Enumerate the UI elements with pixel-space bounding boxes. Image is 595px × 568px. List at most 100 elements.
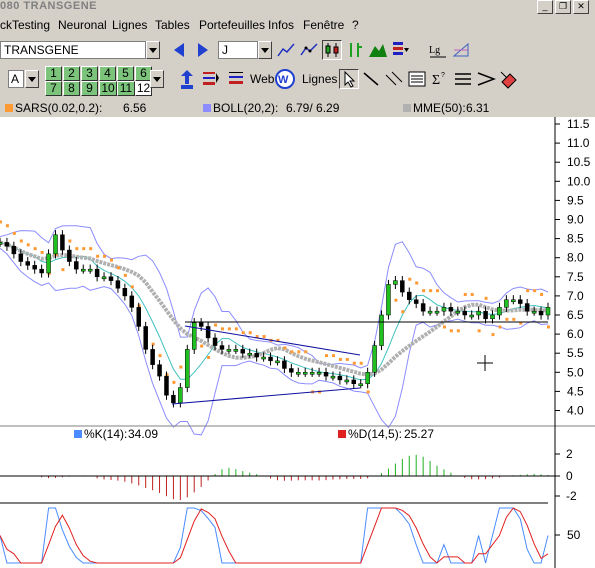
previous-arrow-icon[interactable] (170, 40, 190, 60)
sar-dot (547, 325, 550, 329)
sar-dot (540, 292, 544, 296)
sar-dot (103, 254, 107, 258)
sar-dot (366, 390, 370, 394)
mme-color-swatch (403, 104, 411, 112)
k-value: 34.09 (128, 427, 159, 441)
sar-dot (116, 266, 120, 270)
menu-neuronal[interactable]: Neuronal (58, 18, 107, 32)
sar-dot (449, 329, 453, 333)
candle-body (462, 310, 468, 316)
period-select[interactable]: J (218, 41, 258, 59)
candle-body (420, 303, 426, 312)
candle-body (143, 326, 148, 350)
symbol-dropdown-button[interactable] (146, 41, 160, 59)
sigma-icon[interactable]: Σ? (430, 69, 450, 89)
line-points-chart-icon[interactable] (299, 40, 319, 60)
mountain-chart-icon[interactable] (368, 40, 388, 60)
preset-1-button[interactable]: 1 (45, 66, 62, 81)
sar-dot (491, 333, 495, 337)
fibonacci-tool-icon[interactable] (451, 40, 471, 60)
horizontal-lines-icon[interactable] (453, 69, 473, 89)
sar-dot (456, 329, 460, 333)
preset-10-button[interactable]: 10 (99, 81, 117, 96)
candle-body (240, 349, 246, 354)
candlestick-chart-icon[interactable] (322, 40, 342, 60)
candle-body (60, 234, 65, 251)
preset-dropdown[interactable] (150, 70, 164, 88)
candle-body (11, 245, 17, 255)
log-scale-icon[interactable]: Lg (428, 40, 448, 60)
sar-dot (290, 350, 294, 354)
web-label[interactable]: Web (250, 72, 274, 86)
stock-chart[interactable]: 11.5 11.0 10.5 10.0 9.5 9.0 8.5 8.0 7.5 7.0 6.5 6.0… (0, 117, 595, 568)
font-letter-select[interactable]: A (8, 70, 24, 88)
sar-dot (429, 289, 433, 293)
preset-2-button[interactable]: 2 (63, 66, 80, 81)
candle-body (205, 326, 211, 339)
menu-help[interactable]: ? (352, 18, 359, 32)
candle-body (434, 310, 440, 314)
oscillator-legend: %K(14): 34.09 %D(14,5): 25.27 (0, 427, 595, 441)
restore-button[interactable]: ❐ (555, 0, 571, 14)
window-title: 080 TRANSGENE (0, 0, 97, 12)
web-globe-icon[interactable]: W (275, 68, 295, 89)
period-dropdown-button[interactable] (258, 41, 272, 59)
pointer-cursor-icon[interactable] (339, 69, 359, 89)
candle-body (212, 337, 218, 346)
parallel-lines-icon[interactable] (384, 69, 404, 89)
draw-line-icon[interactable] (361, 69, 381, 89)
font-letter-dropdown[interactable] (25, 70, 39, 88)
preset-5-button[interactable]: 5 (117, 66, 134, 81)
menu-fenetre[interactable]: Fenêtre (303, 18, 344, 32)
preset-9-button[interactable]: 9 (81, 81, 98, 96)
close-button[interactable]: ✕ (573, 0, 589, 14)
preset-3-button[interactable]: 3 (81, 66, 98, 81)
preset-8-button[interactable]: 8 (63, 81, 80, 96)
candle-body (483, 310, 488, 320)
line-chart-icon[interactable] (276, 40, 296, 60)
sar-dot (33, 247, 37, 251)
price-tick-label: 10.5 (567, 155, 591, 169)
candle-body (379, 314, 384, 346)
line-weight-arrows-icon[interactable] (200, 69, 220, 89)
text-annotation-icon[interactable] (407, 69, 427, 89)
sar-dot (75, 247, 79, 251)
candle-body (309, 372, 315, 375)
menu-lignes[interactable]: Lignes (112, 18, 147, 32)
fan-lines-icon[interactable] (476, 69, 497, 89)
sar-dot (415, 281, 419, 285)
lignes-label[interactable]: Lignes (302, 72, 337, 86)
price-tick-label: 11.5 (567, 117, 590, 131)
sar-dot (19, 239, 23, 243)
price-tick-label: 6.5 (567, 308, 584, 322)
sar-dot (463, 292, 467, 296)
svg-text:W: W (278, 74, 289, 86)
candle-body (330, 375, 336, 379)
next-arrow-icon[interactable] (192, 40, 212, 60)
menu-portefeuilles[interactable]: Portefeuilles (199, 18, 265, 32)
toolbar-edge-button[interactable] (0, 70, 6, 90)
menu-tables[interactable]: Tables (155, 18, 190, 32)
candle-body (233, 349, 239, 352)
toolbar-top: TRANSGENE J Lg (0, 38, 595, 64)
up-down-arrow-icon[interactable] (177, 69, 197, 89)
candle-body (80, 268, 86, 272)
preset-7-button[interactable]: 7 (45, 81, 62, 96)
indicator-legend: SARS(0.02,0.2): 6.56 BOLL(20,2): 6.79/ 6… (0, 101, 595, 116)
candle-body (39, 268, 44, 274)
preset-11-button[interactable]: 11 (117, 81, 135, 96)
indicator-levels-icon[interactable] (390, 40, 410, 60)
preset-4-button[interactable]: 4 (99, 66, 116, 81)
candle-body (191, 322, 197, 350)
line-style-icon[interactable] (226, 69, 246, 89)
barchart-ohlc-icon[interactable] (345, 40, 365, 60)
sar-dot (533, 289, 537, 293)
sar-dot (61, 268, 65, 272)
eraser-icon[interactable] (499, 69, 519, 89)
menu-backtesting[interactable]: ckTesting (0, 18, 50, 32)
minimize-button[interactable]: _ (537, 0, 553, 14)
menu-infos[interactable]: Infos (268, 18, 294, 32)
candle-body (275, 360, 280, 364)
symbol-select[interactable]: TRANSGENE (0, 41, 146, 59)
candle-body (511, 299, 516, 302)
